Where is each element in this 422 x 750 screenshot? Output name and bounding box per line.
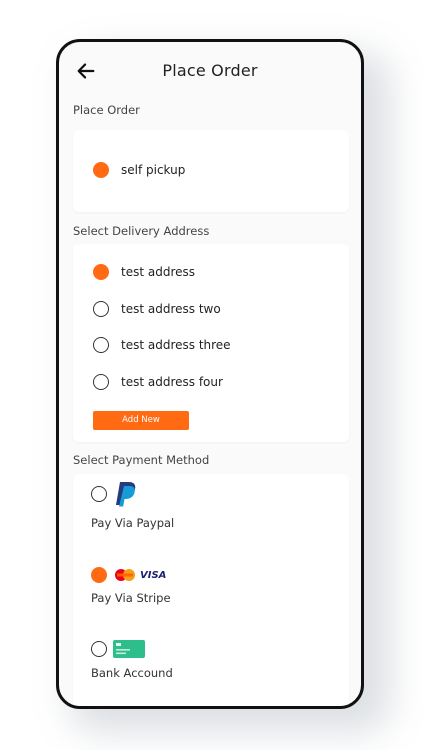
radio-unselected[interactable] [93, 301, 109, 317]
pickup-section-label: Place Order [73, 103, 140, 117]
payment-method-label: Bank Accound [91, 666, 173, 680]
paypal-logo-icon [116, 482, 136, 507]
radio-selected[interactable] [93, 162, 109, 178]
radio-unselected[interactable] [91, 641, 107, 657]
app-screen: Place Order Place Order self pickup Sele… [59, 42, 361, 706]
pickup-option-label: self pickup [121, 163, 186, 177]
address-card: test address test address two test addre… [73, 244, 349, 442]
radio-unselected[interactable] [93, 374, 109, 390]
payment-section-label: Select Payment Method [73, 453, 210, 467]
payment-method-paypal[interactable]: Pay Via Paypal [91, 480, 174, 530]
visa-logo-icon: VISA [140, 569, 167, 581]
payment-method-stripe[interactable]: VISA Pay Via Stripe [91, 567, 171, 605]
bank-card-icon [113, 640, 145, 658]
address-section-label: Select Delivery Address [73, 224, 210, 238]
pickup-option[interactable]: self pickup [93, 162, 185, 178]
payment-method-label: Pay Via Paypal [91, 516, 175, 530]
address-option[interactable]: test address [93, 264, 195, 280]
address-option-label: test address three [121, 338, 231, 352]
payment-method-label: Pay Via Stripe [91, 591, 171, 605]
pickup-card: self pickup [73, 130, 349, 212]
address-option[interactable]: test address three [93, 337, 231, 353]
address-option-label: test address four [121, 375, 223, 389]
payment-card: Pay Via Paypal VISA Pay Via Stripe Bank … [73, 474, 349, 706]
address-option[interactable]: test address two [93, 301, 221, 317]
address-option-label: test address [121, 265, 196, 279]
page-title: Place Order [162, 61, 258, 80]
radio-unselected[interactable] [93, 337, 109, 353]
payment-method-bank[interactable]: Bank Accound [91, 640, 173, 680]
add-new-address-button[interactable]: Add New [93, 411, 189, 430]
radio-selected[interactable] [93, 264, 109, 280]
app-header: Place Order [59, 42, 361, 102]
radio-unselected[interactable] [91, 486, 107, 502]
address-option[interactable]: test address four [93, 374, 223, 390]
device-frame: Place Order Place Order self pickup Sele… [56, 39, 364, 709]
radio-selected[interactable] [91, 567, 107, 583]
mastercard-logo-icon [115, 569, 135, 581]
address-option-label: test address two [121, 302, 221, 316]
